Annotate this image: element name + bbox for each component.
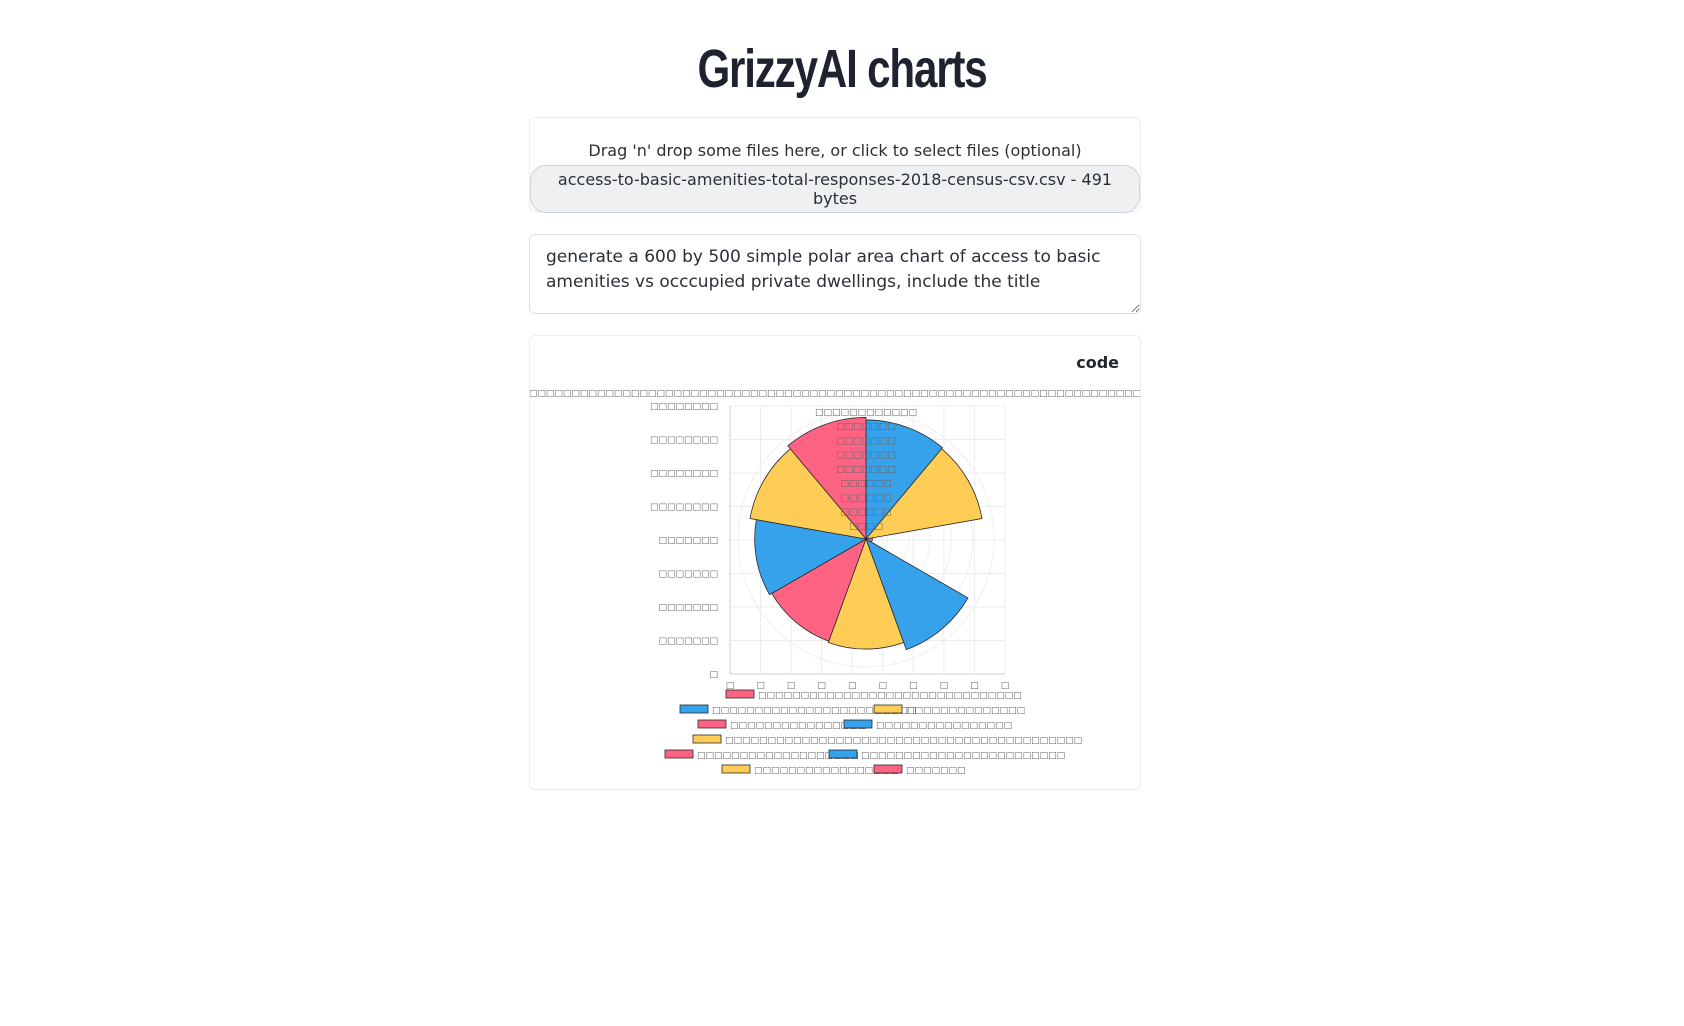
x-tick-label: □ [787,681,796,691]
legend-label: □□□□□□□ [906,766,966,776]
x-tick-label: □ [756,681,765,691]
legend-swatch [697,719,727,729]
legend-swatch [692,734,722,744]
radial-tick-label: □□□□□□□ [836,465,896,475]
radial-tick-label: □□□□□□□ [836,422,896,432]
x-tick-label: □ [817,681,826,691]
y-tick-label: □□□□□□□□ [650,402,718,412]
prompt-input[interactable] [529,234,1141,314]
legend-swatch [664,749,694,759]
x-tick-label: □ [1001,681,1010,691]
y-tick-label: □□□□□□□□ [650,436,718,446]
radial-tick-label: □□□□□□□ [836,451,896,461]
legend-swatch [679,704,709,714]
y-tick-label: □□□□□□□ [658,637,718,647]
legend-swatch [721,764,751,774]
app-root: GrizzyAI charts Drag 'n' drop some files… [0,0,1684,1026]
x-tick-label: □ [726,681,735,691]
y-tick-label: □□□□□□□ [658,570,718,580]
legend-swatch [873,764,903,774]
legend-label: □□□□□□□□□□□□□□□□□□□□□□□□□□□□□□□ [758,691,1022,701]
polar-area-chart: □□□□□□□□□□□□□□□□□□□□□□□□□□□□□□□□□□□□□□□□… [530,389,1140,776]
x-tick-label: □ [909,681,918,691]
x-tick-label: □ [940,681,949,691]
legend-label: □□□□□□□□□□□□□□ [906,706,1025,716]
y-tick-label: □ [709,670,718,680]
x-tick-label: □ [970,681,979,691]
chart-title: □□□□□□□□□□□□□□□□□□□□□□□□□□□□□□□□□□□□□□□□… [530,389,1140,399]
radial-tick-label: □□□□□□□□□□□□ [815,408,917,418]
x-tick-label: □ [879,681,888,691]
radial-tick-label: □□□□ [849,522,883,532]
y-tick-label: □□□□□□□□ [650,503,718,513]
file-dropzone[interactable]: Drag 'n' drop some files here, or click … [529,117,1141,213]
radial-tick-label: □□□□□□ [840,508,891,518]
legend-swatch [843,719,873,729]
y-tick-label: □□□□□□□ [658,536,718,546]
chart-card: code □□□□□□□□□□□□□□□□□□□□□□□□□□□□□□□□□□□… [529,335,1141,790]
dropzone-hint: Drag 'n' drop some files here, or click … [588,141,1082,160]
legend-label: □□□□□□□□□□□□□□□□□□□□□□□□ [861,751,1065,761]
radial-tick-label: □□□□□□ [840,493,891,503]
radial-tick-label: □□□□□□ [840,479,891,489]
legend-label: □□□□□□□□□□□□□□□□□□□□□□□□□□□□□□□□□□□□□□□□… [725,736,1082,746]
uploaded-file-pill[interactable]: access-to-basic-amenities-total-response… [530,165,1140,213]
app-title: GrizzyAI charts [697,39,987,99]
y-tick-label: □□□□□□□□ [650,469,718,479]
legend-label: □□□□□□□□□□□□□□□□ [876,721,1012,731]
legend-swatch [873,704,903,714]
legend-swatch [828,749,858,759]
legend-swatch [725,689,755,699]
radial-tick-label: □□□□□□□ [836,436,896,446]
y-tick-label: □□□□□□□ [658,603,718,613]
x-tick-label: □ [848,681,857,691]
